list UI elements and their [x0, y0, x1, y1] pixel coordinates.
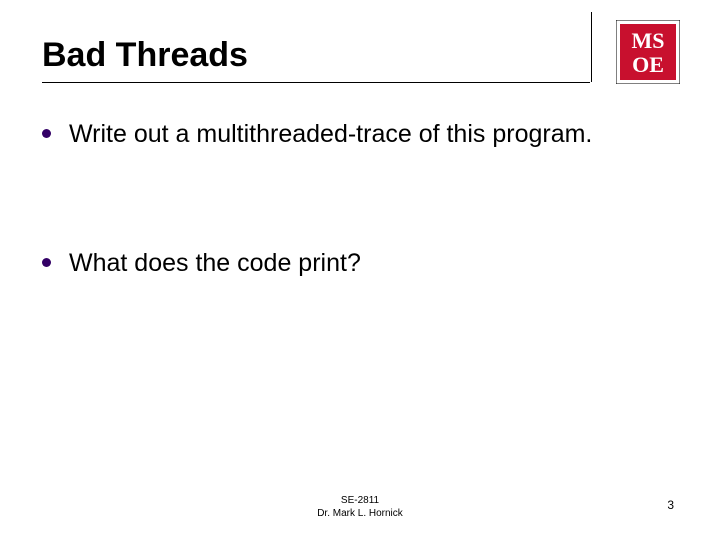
list-item: Write out a multithreaded-trace of this … — [42, 118, 660, 151]
slide-footer: SE-2811 Dr. Mark L. Hornick — [0, 494, 720, 520]
logo-top-text: MS — [632, 28, 665, 53]
bullet-icon — [42, 129, 51, 138]
slide-title: Bad Threads — [42, 36, 248, 83]
title-underline — [42, 82, 590, 83]
footer-course: SE-2811 — [0, 494, 720, 507]
slide-body: Write out a multithreaded-trace of this … — [42, 118, 660, 375]
logo-bottom-text: OE — [632, 52, 664, 77]
list-item: What does the code print? — [42, 247, 660, 280]
page-number: 3 — [667, 498, 674, 512]
bullet-text: Write out a multithreaded-trace of this … — [69, 118, 592, 151]
msoe-logo: MS OE — [616, 20, 680, 84]
footer-author: Dr. Mark L. Hornick — [0, 507, 720, 520]
bullet-text: What does the code print? — [69, 247, 361, 280]
bullet-icon — [42, 258, 51, 267]
